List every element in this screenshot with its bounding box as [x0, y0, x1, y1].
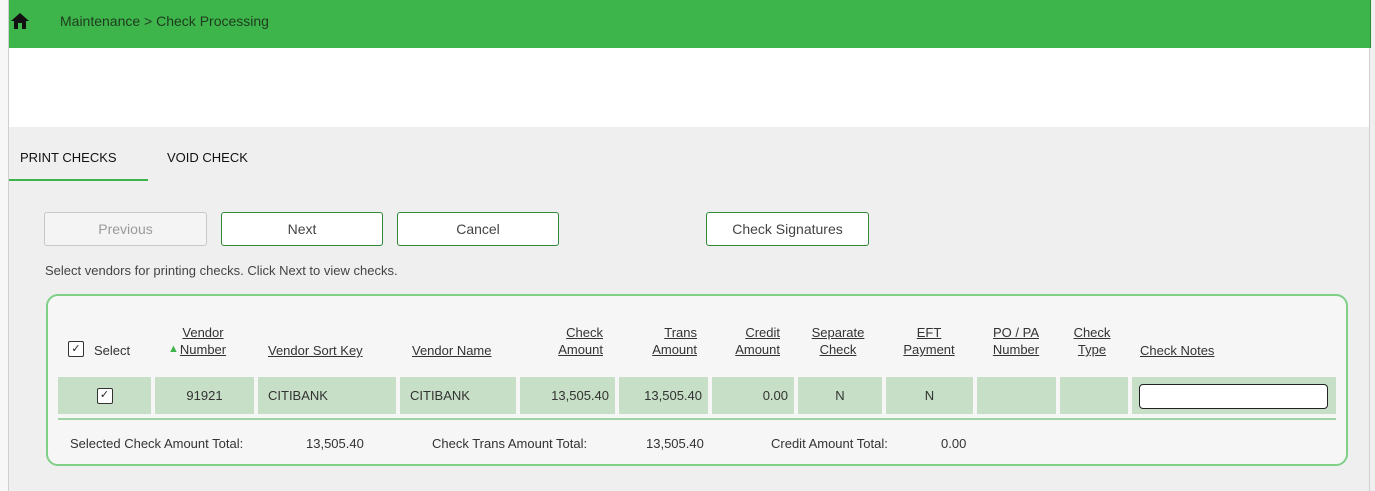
cell-trans-amount: 13,505.40 [619, 377, 708, 414]
top-navigation-bar: Maintenance > Check Processing [0, 0, 1371, 48]
header-credit-amount[interactable]: Credit Amount [720, 324, 780, 358]
header-separate-check[interactable]: Separate Check [802, 324, 874, 358]
header-check-type-line1: Check [1073, 325, 1111, 340]
header-vendor-number-line1: Vendor [182, 325, 224, 340]
previous-button[interactable]: Previous [44, 212, 207, 246]
tab-void-check[interactable]: VOID CHECK [167, 150, 248, 165]
header-trans-amount-line2: Amount [652, 342, 697, 357]
cell-vendor-name: CITIBANK [400, 377, 516, 414]
header-trans-amount[interactable]: Trans Amount [637, 324, 697, 358]
header-eft-payment[interactable]: EFT Payment [894, 324, 964, 358]
header-trans-amount-line1: Trans [664, 325, 697, 340]
header-vendor-number[interactable]: Vendor Number [178, 324, 228, 358]
trans-total-value: 13,505.40 [646, 436, 704, 451]
cell-separate-check: N [798, 377, 882, 414]
select-header-label: Select [94, 343, 131, 358]
home-icon[interactable] [10, 11, 30, 31]
header-check-type[interactable]: Check Type [1066, 324, 1118, 358]
selected-total-label: Selected Check Amount Total: [70, 436, 244, 451]
header-separate-check-line1: Separate [811, 325, 865, 340]
header-check-amount[interactable]: Check Amount [545, 324, 603, 358]
credit-total-label: Credit Amount Total: [771, 436, 888, 451]
cell-po-pa-number [977, 377, 1056, 414]
credit-total-value: 0.00 [941, 436, 967, 451]
cell-credit-amount: 0.00 [712, 377, 794, 414]
cell-vendor-sort-key: CITIBANK [258, 377, 396, 414]
row-divider [58, 418, 1336, 420]
row-select-checkbox[interactable]: ✓ [96, 387, 113, 404]
cell-vendor-number: 91921 [155, 377, 254, 414]
header-check-amount-line1: Check [566, 325, 603, 340]
header-vendor-sort-key[interactable]: Vendor Sort Key [268, 342, 363, 359]
active-tab-indicator [8, 179, 148, 181]
check-signatures-button[interactable]: Check Signatures [706, 212, 869, 246]
header-separate-check-line2: Check [819, 342, 857, 357]
header-eft-payment-line2: Payment [903, 342, 955, 357]
cell-check-type [1060, 377, 1128, 414]
header-check-type-line2: Type [1077, 342, 1107, 357]
tab-print-checks[interactable]: PRINT CHECKS [20, 150, 117, 165]
header-vendor-name[interactable]: Vendor Name [412, 342, 492, 359]
header-po-pa-number-line1: PO / PA [993, 325, 1039, 340]
cell-eft-payment: N [886, 377, 973, 414]
row-select-cell: ✓ [58, 377, 151, 414]
header-vendor-number-line2: Number [179, 342, 227, 357]
breadcrumb[interactable]: Maintenance > Check Processing [60, 13, 269, 29]
header-spacer [8, 48, 1370, 127]
header-po-pa-number[interactable]: PO / PA Number [985, 324, 1047, 358]
window-left-edge [0, 0, 9, 491]
select-all-checkbox[interactable]: ✓ [68, 341, 84, 357]
selected-total-value: 13,505.40 [306, 436, 364, 451]
header-credit-amount-line1: Credit [745, 325, 780, 340]
header-credit-amount-line2: Amount [735, 342, 780, 357]
check-notes-input[interactable] [1139, 384, 1328, 409]
header-check-amount-line2: Amount [558, 342, 603, 357]
instructions-text: Select vendors for printing checks. Clic… [45, 263, 398, 278]
next-button[interactable]: Next [221, 212, 383, 246]
header-check-notes[interactable]: Check Notes [1140, 342, 1214, 359]
cell-check-amount: 13,505.40 [520, 377, 615, 414]
cancel-button[interactable]: Cancel [397, 212, 559, 246]
header-po-pa-number-line2: Number [992, 342, 1040, 357]
trans-total-label: Check Trans Amount Total: [432, 436, 588, 451]
header-eft-payment-line1: EFT [916, 325, 942, 340]
